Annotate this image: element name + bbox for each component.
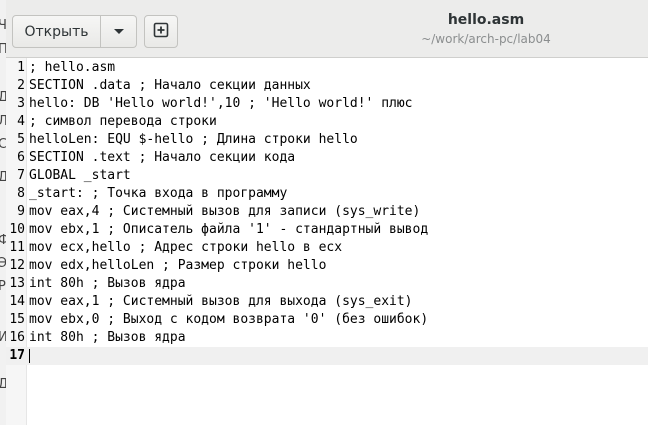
chevron-down-icon (113, 24, 125, 40)
line-number: 6 (17, 150, 25, 165)
line-number: 9 (17, 204, 25, 219)
code-line[interactable]: 9 mov eax,4 ; Системный вызов для записи … (6, 203, 648, 221)
code-line[interactable]: 4 ; символ перевода строки (6, 113, 648, 131)
code-line[interactable]: 17 (6, 347, 648, 365)
line-number: 4 (17, 114, 25, 129)
line-number: 14 (9, 294, 25, 309)
code-text: SECTION .data ; Начало секции данных (29, 78, 311, 93)
code-text: hello: DB 'Hello world!',10 ; 'Hello wor… (29, 96, 413, 111)
line-number: 12 (9, 258, 25, 273)
code-text: ; символ перевода строки (29, 114, 217, 129)
code-line[interactable]: 16 int 80h ; Вызов ядра (6, 329, 648, 347)
code-text: int 80h ; Вызов ядра (29, 276, 186, 291)
code-editor[interactable]: 1 ; hello.asm 2 SECTION .data ; Начало секц… (6, 58, 648, 425)
line-number: 5 (17, 132, 25, 147)
code-text: int 80h ; Вызов ядра (29, 330, 186, 345)
line-number: 10 (9, 222, 25, 237)
code-text: _start: ; Точка входа в программу (29, 186, 288, 201)
code-text: mov ecx,hello ; Адрес строки hello в ecx (29, 240, 343, 255)
window-title: hello.asm (447, 12, 525, 28)
window-subtitle: ~/work/arch-pc/lab04 (421, 32, 551, 46)
code-line[interactable]: 1 ; hello.asm (6, 59, 648, 77)
line-number: 11 (9, 240, 25, 255)
line-number: 3 (17, 96, 25, 111)
line-number: 15 (9, 312, 25, 327)
code-text: mov eax,1 ; Системный вызов для выхода (… (29, 294, 413, 309)
line-number: 17 (9, 348, 25, 363)
code-text: mov eax,4 ; Системный вызов для записи (… (29, 204, 421, 219)
open-button[interactable]: Открыть (12, 15, 101, 48)
code-line[interactable]: 12 mov edx,helloLen ; Размер строки hello (6, 257, 648, 275)
code-text: mov ebx,0 ; Выход с кодом возврата '0' (… (29, 312, 429, 327)
code-text: GLOBAL _start (29, 168, 131, 183)
new-document-button[interactable] (144, 15, 178, 48)
code-line[interactable]: 2 SECTION .data ; Начало секции данных (6, 77, 648, 95)
header-bar: Открыть hello.asm ~/work/arch-pc/lab04 (6, 0, 648, 58)
open-button-group: Открыть (12, 15, 137, 48)
line-number: 16 (9, 330, 25, 345)
open-button-label: Открыть (24, 23, 89, 40)
code-text: mov ebx,1 ; Описатель файла '1' - станда… (29, 222, 429, 237)
window-title-block: hello.asm ~/work/arch-pc/lab04 (336, 10, 636, 48)
code-text: helloLen: EQU $-hello ; Длина строки hel… (29, 132, 358, 147)
code-line[interactable]: 14 mov eax,1 ; Системный вызов для выхода… (6, 293, 648, 311)
code-line[interactable]: 6 SECTION .text ; Начало секции кода (6, 149, 648, 167)
line-number: 1 (17, 60, 25, 75)
code-line[interactable]: 3 hello: DB 'Hello world!',10 ; 'Hello wo… (6, 95, 648, 113)
code-line[interactable]: 8 _start: ; Точка входа в программу (6, 185, 648, 203)
line-number: 7 (17, 168, 25, 183)
new-document-icon (153, 22, 169, 42)
line-number: 8 (17, 186, 25, 201)
text-cursor (29, 349, 30, 363)
code-line[interactable]: 15 mov ebx,0 ; Выход с кодом возврата '0'… (6, 311, 648, 329)
code-text: mov edx,helloLen ; Размер строки hello (29, 258, 327, 273)
code-text: SECTION .text ; Начало секции кода (29, 150, 296, 165)
code-text: ; hello.asm (29, 60, 116, 75)
line-number: 2 (17, 78, 25, 93)
code-line[interactable]: 11 mov ecx,hello ; Адрес строки hello в e… (6, 239, 648, 257)
text-editor-window: ЧПДЛСДФЭРИД Открыть he (0, 0, 648, 425)
open-menu-button[interactable] (101, 15, 137, 48)
code-line[interactable]: 5 helloLen: EQU $-hello ; Длина строки he… (6, 131, 648, 149)
code-line[interactable]: 7 GLOBAL _start (6, 167, 648, 185)
code-line[interactable]: 10 mov ebx,1 ; Описатель файла '1' - стан… (6, 221, 648, 239)
code-line[interactable]: 13 int 80h ; Вызов ядра (6, 275, 648, 293)
line-number: 13 (9, 276, 25, 291)
background-letter: Р (0, 279, 6, 294)
